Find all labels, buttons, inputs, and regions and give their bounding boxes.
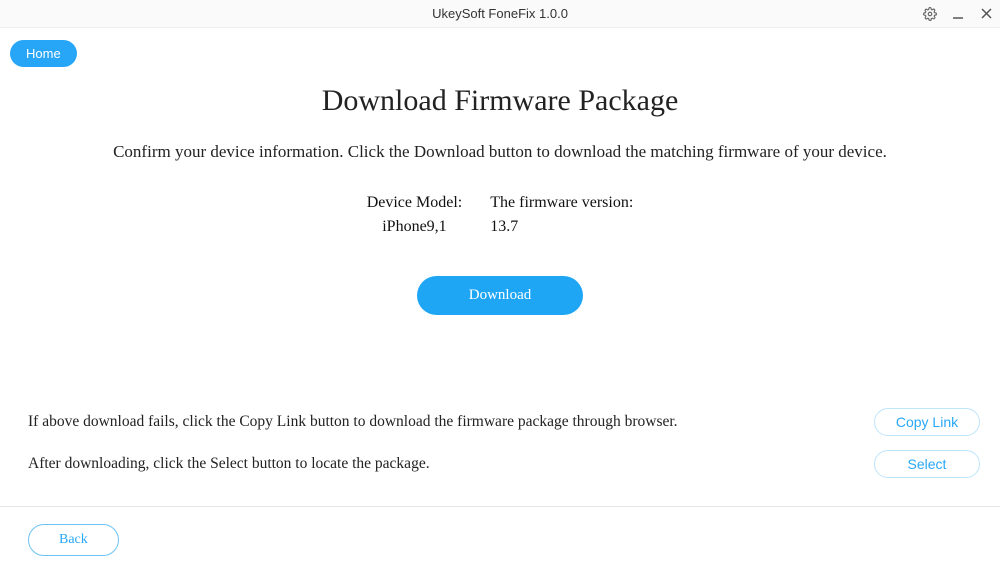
close-icon[interactable] [978, 6, 994, 22]
device-model-value: iPhone9,1 [367, 218, 463, 236]
settings-icon[interactable] [922, 6, 938, 22]
device-info: Device Model: iPhone9,1 The firmware ver… [0, 194, 1000, 236]
firmware-version-value: 13.7 [490, 218, 633, 236]
back-button[interactable]: Back [28, 524, 119, 556]
footer: Back [0, 506, 1000, 572]
page-title: Download Firmware Package [0, 84, 1000, 118]
select-button[interactable]: Select [874, 450, 980, 478]
main-content: Download Firmware Package Confirm your d… [0, 28, 1000, 315]
page-subtitle: Confirm your device information. Click t… [0, 142, 1000, 162]
copy-link-button[interactable]: Copy Link [874, 408, 980, 436]
firmware-version-label: The firmware version: [490, 194, 633, 212]
copy-link-help-text: If above download fails, click the Copy … [28, 413, 678, 431]
device-model-label: Device Model: [367, 194, 463, 212]
minimize-icon[interactable] [950, 6, 966, 22]
window-controls [922, 6, 994, 22]
download-button[interactable]: Download [417, 276, 584, 315]
select-help-text: After downloading, click the Select butt… [28, 455, 430, 473]
window-title: UkeySoft FoneFix 1.0.0 [432, 6, 568, 21]
home-button[interactable]: Home [10, 40, 77, 67]
titlebar: UkeySoft FoneFix 1.0.0 [0, 0, 1000, 28]
fallback-section: If above download fails, click the Copy … [28, 408, 980, 492]
